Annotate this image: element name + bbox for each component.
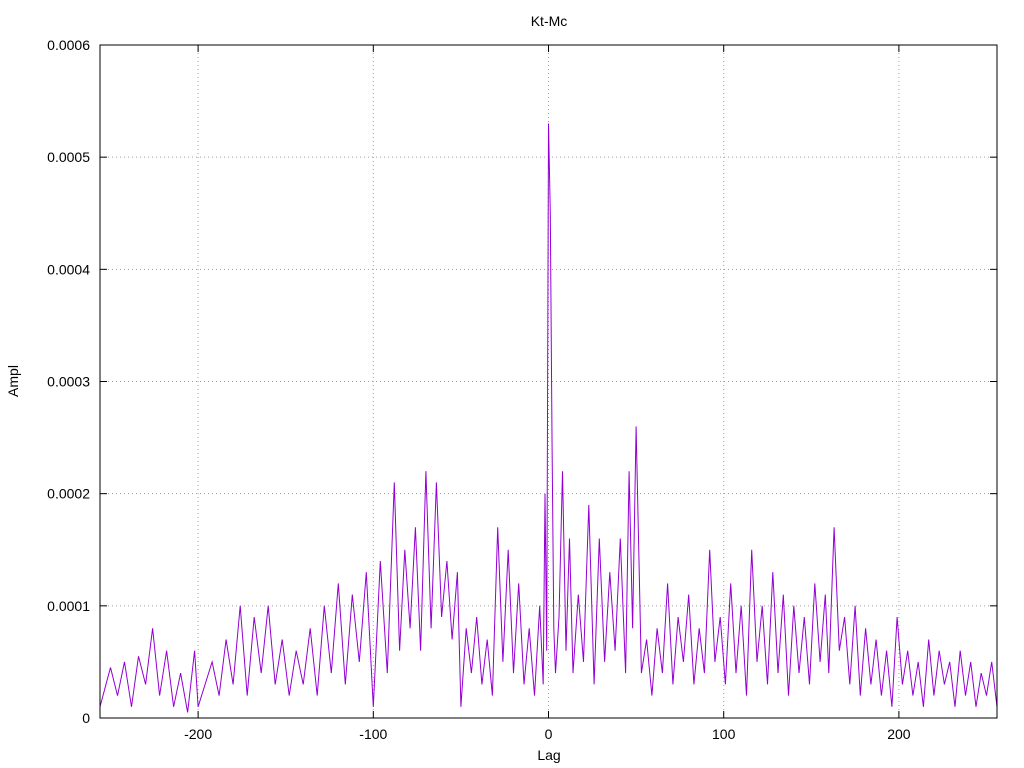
x-tick-label: 200	[887, 726, 911, 742]
tick-labels: -200 -100 0 100 200 0 0.0001 0.0002 0.0003 0.0004…	[47, 37, 911, 742]
x-tick-label: -200	[184, 726, 212, 742]
x-tick-label: 0	[545, 726, 553, 742]
y-tick-label: 0.0002	[47, 486, 90, 502]
x-tick-label: 100	[712, 726, 736, 742]
x-tick-label: -100	[359, 726, 387, 742]
chart-title: Kt-Mc	[531, 13, 568, 29]
y-tick-label: 0.0001	[47, 598, 90, 614]
y-axis-label: Ampl	[5, 365, 21, 397]
y-tick-label: 0.0006	[47, 37, 90, 53]
chart: Kt-Mc Lag Ampl -200 -100 0 100 200 0 0.0001 0.0…	[5, 13, 998, 763]
x-axis-label: Lag	[537, 747, 560, 763]
y-tick-label: 0.0003	[47, 374, 90, 390]
y-tick-label: 0	[82, 710, 90, 726]
y-tick-label: 0.0004	[47, 261, 90, 277]
y-tick-label: 0.0005	[47, 149, 90, 165]
